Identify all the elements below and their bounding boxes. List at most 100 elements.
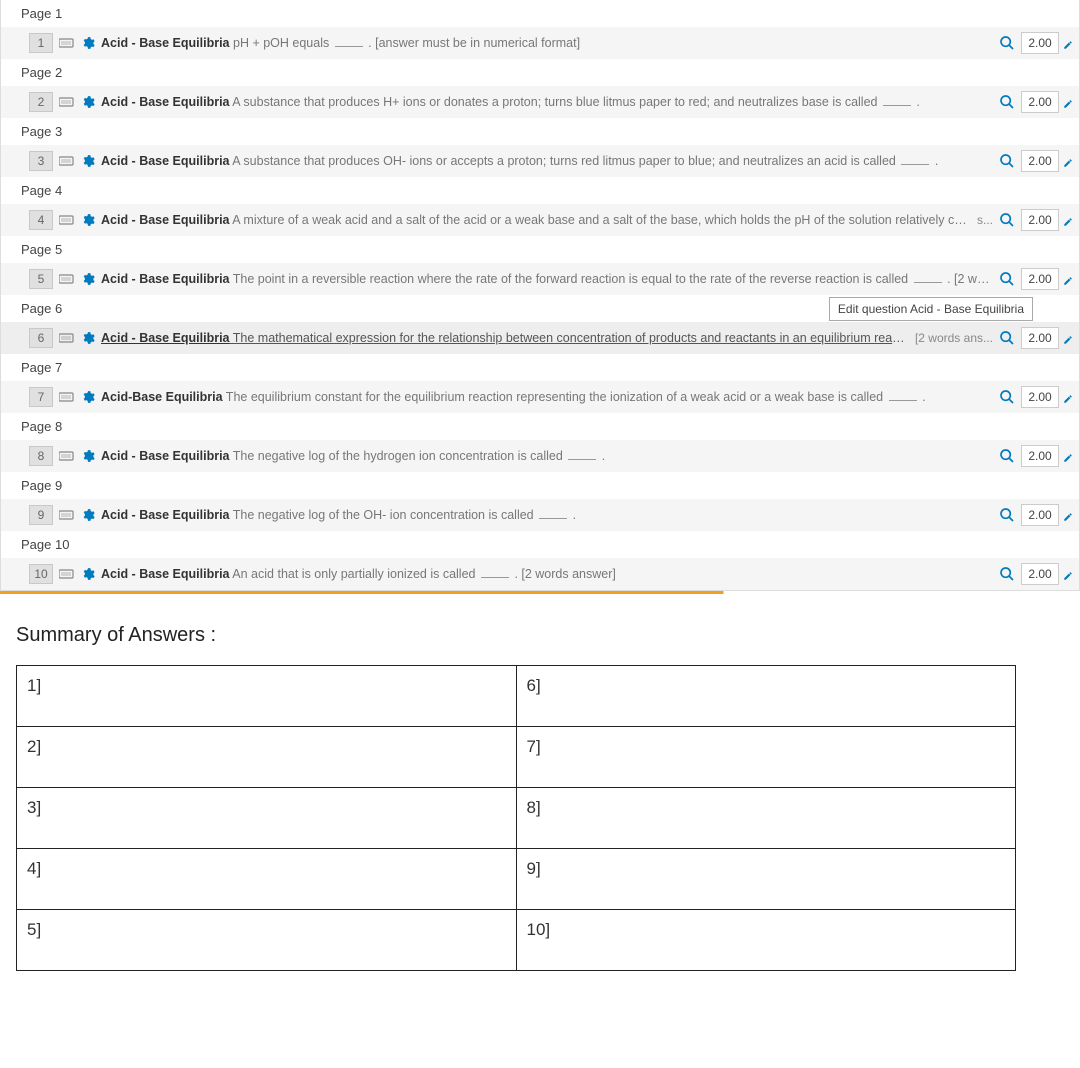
edit-tooltip: Edit question Acid - Base Equilibria [829,297,1033,321]
pencil-icon[interactable] [1063,392,1073,402]
question-text[interactable]: Acid - Base Equilibria The mathematical … [101,331,909,345]
summary-cell: 6] [516,666,1016,727]
points-input[interactable]: 2.00 [1021,32,1059,54]
points-input[interactable]: 2.00 [1021,504,1059,526]
tag-icon[interactable] [59,155,75,167]
question-number[interactable]: 8 [29,446,53,466]
pencil-icon[interactable] [1063,451,1073,461]
question-text[interactable]: Acid - Base Equilibria The point in a re… [101,272,993,286]
gear-icon[interactable] [81,449,95,463]
points-input[interactable]: 2.00 [1021,386,1059,408]
question-row[interactable]: 3 Acid - Base Equilibria A substance that… [1,145,1079,177]
row-actions: 2.00 [999,268,1073,290]
question-row[interactable]: 5 Acid - Base Equilibria The point in a r… [1,263,1079,295]
row-actions: 2.00 [999,386,1073,408]
question-text[interactable]: Acid - Base Equilibria pH + pOH equals .… [101,36,993,50]
question-number[interactable]: 3 [29,151,53,171]
gear-icon[interactable] [81,567,95,581]
tag-icon[interactable] [59,37,75,49]
gear-icon[interactable] [81,508,95,522]
pencil-icon[interactable] [1063,156,1073,166]
points-input[interactable]: 2.00 [1021,91,1059,113]
question-text[interactable]: Acid - Base Equilibria A substance that … [101,95,993,109]
tag-icon[interactable] [59,332,75,344]
magnify-icon[interactable] [999,94,1015,110]
pencil-icon[interactable] [1063,274,1073,284]
question-text[interactable]: Acid - Base Equilibria A mixture of a we… [101,213,971,227]
question-text[interactable]: Acid - Base Equilibria The negative log … [101,449,993,463]
points-input[interactable]: 2.00 [1021,268,1059,290]
question-text[interactable]: Acid-Base Equilibria The equilibrium con… [101,390,993,404]
question-text[interactable]: Acid - Base Equilibria The negative log … [101,508,993,522]
gear-icon[interactable] [81,390,95,404]
question-row[interactable]: 8 Acid - Base Equilibria The negative log… [1,440,1079,472]
pencil-icon[interactable] [1063,510,1073,520]
tag-icon[interactable] [59,509,75,521]
gear-icon[interactable] [81,272,95,286]
summary-cell: 10] [516,910,1016,971]
question-row[interactable]: 10 Acid - Base Equilibria An acid that is… [1,558,1079,590]
points-input[interactable]: 2.00 [1021,209,1059,231]
question-text[interactable]: Acid - Base Equilibria A substance that … [101,154,993,168]
pencil-icon[interactable] [1063,333,1073,343]
pencil-icon[interactable] [1063,569,1073,579]
row-actions: s... 2.00 [977,209,1073,231]
points-input[interactable]: 2.00 [1021,445,1059,467]
row-actions: 2.00 [999,91,1073,113]
question-number[interactable]: 10 [29,564,53,584]
summary-cell: 2] [17,727,517,788]
points-input[interactable]: 2.00 [1021,150,1059,172]
question-number[interactable]: 9 [29,505,53,525]
pencil-icon[interactable] [1063,215,1073,225]
summary-cell: 8] [516,788,1016,849]
pencil-icon[interactable] [1063,97,1073,107]
truncated-text: s... [977,213,993,227]
pencil-icon[interactable] [1063,38,1073,48]
magnify-icon[interactable] [999,35,1015,51]
points-input[interactable]: 2.00 [1021,327,1059,349]
question-number[interactable]: 1 [29,33,53,53]
magnify-icon[interactable] [999,153,1015,169]
question-number[interactable]: 6 [29,328,53,348]
summary-cell: 7] [516,727,1016,788]
summary-heading: Summary of Answers : [16,624,1064,647]
magnify-icon[interactable] [999,330,1015,346]
question-number[interactable]: 7 [29,387,53,407]
page-label: Page 10 [1,531,1079,558]
gear-icon[interactable] [81,331,95,345]
gear-icon[interactable] [81,213,95,227]
question-number[interactable]: 4 [29,210,53,230]
gear-icon[interactable] [81,36,95,50]
magnify-icon[interactable] [999,271,1015,287]
tag-icon[interactable] [59,214,75,226]
tag-icon[interactable] [59,273,75,285]
question-row[interactable]: 7 Acid-Base Equilibria The equilibrium co… [1,381,1079,413]
question-row[interactable]: 4 Acid - Base Equilibria A mixture of a w… [1,204,1079,236]
tag-icon[interactable] [59,96,75,108]
truncated-text: [2 words ans... [915,331,993,345]
row-actions: 2.00 [999,563,1073,585]
magnify-icon[interactable] [999,389,1015,405]
magnify-icon[interactable] [999,212,1015,228]
page-label: Page 5 [1,236,1079,263]
magnify-icon[interactable] [999,566,1015,582]
question-row[interactable]: 6 Acid - Base Equilibria The mathematical… [1,322,1079,354]
question-row[interactable]: 1 Acid - Base Equilibria pH + pOH equals … [1,27,1079,59]
row-actions: 2.00 [999,32,1073,54]
magnify-icon[interactable] [999,507,1015,523]
points-input[interactable]: 2.00 [1021,563,1059,585]
tag-icon[interactable] [59,568,75,580]
summary-cell: 1] [17,666,517,727]
gear-icon[interactable] [81,154,95,168]
question-text[interactable]: Acid - Base Equilibria An acid that is o… [101,567,993,581]
summary-cell: 3] [17,788,517,849]
tag-icon[interactable] [59,391,75,403]
tag-icon[interactable] [59,450,75,462]
question-number[interactable]: 2 [29,92,53,112]
question-row[interactable]: 2 Acid - Base Equilibria A substance that… [1,86,1079,118]
gear-icon[interactable] [81,95,95,109]
magnify-icon[interactable] [999,448,1015,464]
question-row[interactable]: 9 Acid - Base Equilibria The negative log… [1,499,1079,531]
summary-table: 1]6]2]7]3]8]4]9]5]10] [16,665,1016,971]
question-number[interactable]: 5 [29,269,53,289]
